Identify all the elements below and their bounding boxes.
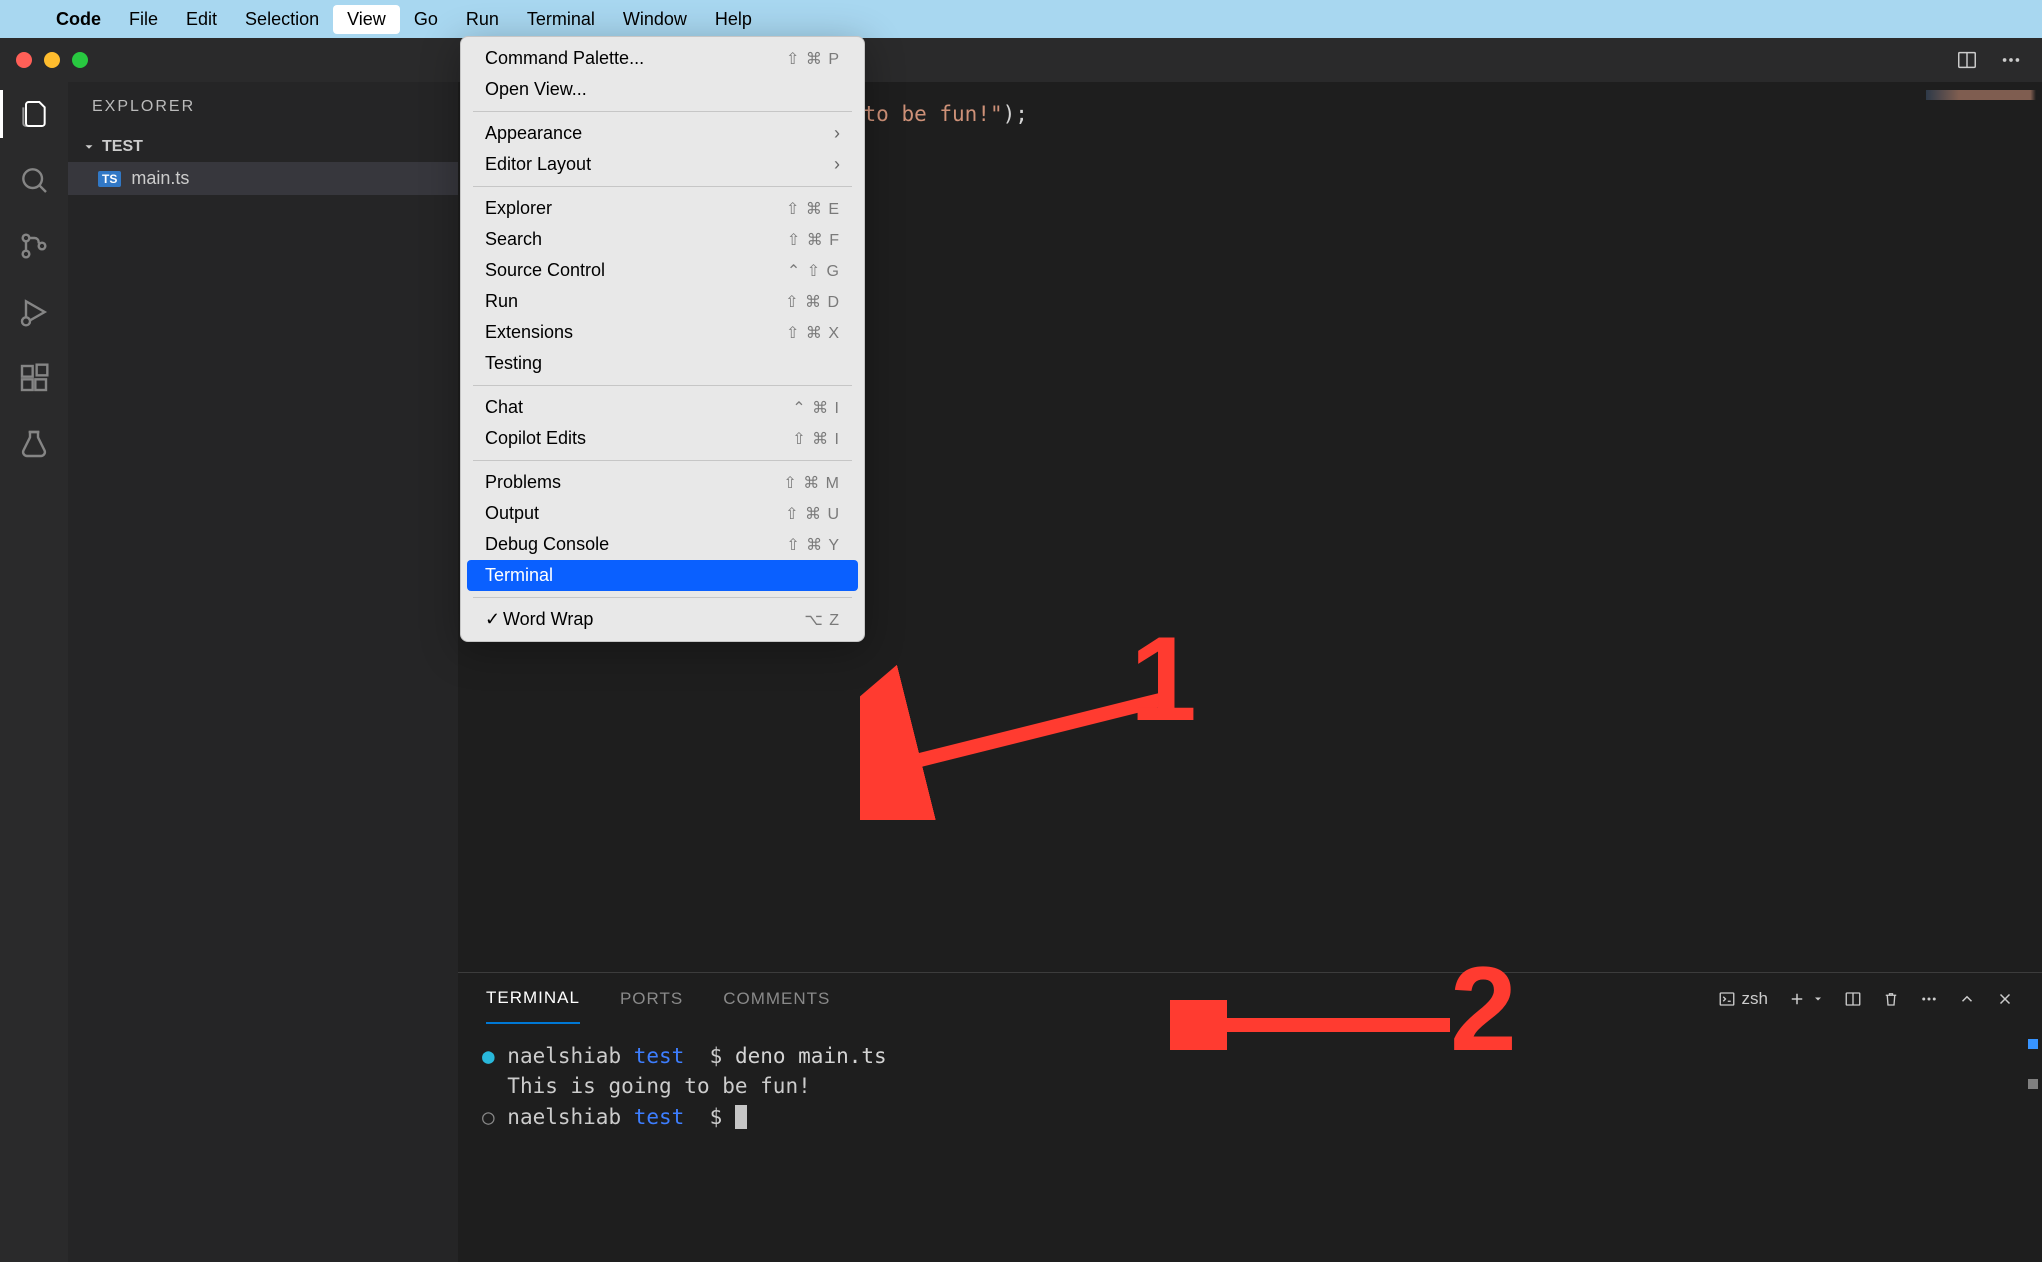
menubar-selection[interactable]: Selection: [231, 5, 333, 34]
kill-terminal-button[interactable]: [1882, 990, 1900, 1008]
sidebar-title: EXPLORER: [68, 82, 458, 132]
ellipsis-icon: [1920, 990, 1938, 1008]
menubar-file[interactable]: File: [115, 5, 172, 34]
menu-editor-layout[interactable]: Editor Layout›: [461, 149, 864, 180]
terminal-shell-name: zsh: [1742, 989, 1768, 1009]
explorer-activity-icon[interactable]: [16, 96, 52, 132]
plus-icon: [1788, 990, 1806, 1008]
close-window-icon[interactable]: [16, 52, 32, 68]
terminal-shell-selector[interactable]: zsh: [1718, 989, 1768, 1009]
minimap[interactable]: [1926, 90, 2036, 100]
new-terminal-button[interactable]: [1788, 990, 1824, 1008]
terminal-line-3: ○ naelshiab test $: [482, 1102, 2018, 1132]
terminal-line-1: ● naelshiab test $ deno main.ts: [482, 1041, 2018, 1071]
menubar-app-name[interactable]: Code: [42, 5, 115, 34]
fullscreen-window-icon[interactable]: [72, 52, 88, 68]
menu-terminal[interactable]: Terminal: [467, 560, 858, 591]
menu-separator: [473, 597, 852, 598]
menubar-help[interactable]: Help: [701, 5, 766, 34]
chevron-down-icon: [1812, 993, 1824, 1005]
menu-command-palette[interactable]: Command Palette...⇧ ⌘ P: [461, 43, 864, 74]
terminal-icon: [1718, 990, 1736, 1008]
run-debug-activity-icon[interactable]: [16, 294, 52, 330]
minimize-window-icon[interactable]: [44, 52, 60, 68]
close-icon: [1996, 990, 2014, 1008]
menu-run[interactable]: Run⇧ ⌘ D: [461, 286, 864, 317]
ts-badge-icon: TS: [98, 171, 121, 187]
menubar-run[interactable]: Run: [452, 5, 513, 34]
terminal-scroll-marks: [2028, 1039, 2038, 1119]
menu-copilot-edits[interactable]: Copilot Edits⇧ ⌘ I: [461, 423, 864, 454]
menu-extensions[interactable]: Extensions⇧ ⌘ X: [461, 317, 864, 348]
panel-tabs: TERMINAL PORTS COMMENTS zsh: [458, 973, 2042, 1025]
menu-word-wrap[interactable]: ✓Word Wrap⌥ Z: [461, 604, 864, 635]
menu-output[interactable]: Output⇧ ⌘ U: [461, 498, 864, 529]
window-titlebar: [0, 38, 2042, 82]
chevron-right-icon: ›: [834, 123, 840, 144]
menubar-window[interactable]: Window: [609, 5, 701, 34]
source-control-activity-icon[interactable]: [16, 228, 52, 264]
menu-separator: [473, 460, 852, 461]
extensions-activity-icon[interactable]: [16, 360, 52, 396]
menu-appearance[interactable]: Appearance›: [461, 118, 864, 149]
menu-separator: [473, 385, 852, 386]
bottom-panel: TERMINAL PORTS COMMENTS zsh: [458, 972, 2042, 1262]
terminal-line-2: This is going to be fun!: [482, 1071, 2018, 1101]
maximize-panel-button[interactable]: [1958, 990, 1976, 1008]
menu-separator: [473, 186, 852, 187]
chevron-up-icon: [1958, 990, 1976, 1008]
chevron-right-icon: ›: [834, 154, 840, 175]
traffic-lights: [16, 52, 88, 68]
folder-name: TEST: [102, 138, 143, 156]
scroll-mark-icon: [2028, 1079, 2038, 1089]
search-activity-icon[interactable]: [16, 162, 52, 198]
menu-debug-console[interactable]: Debug Console⇧ ⌘ Y: [461, 529, 864, 560]
menu-separator: [473, 111, 852, 112]
file-name: main.ts: [131, 168, 189, 189]
panel-more-button[interactable]: [1920, 990, 1938, 1008]
tab-comments[interactable]: COMMENTS: [723, 975, 830, 1023]
menu-problems[interactable]: Problems⇧ ⌘ M: [461, 467, 864, 498]
split-icon: [1844, 990, 1862, 1008]
panel-right-controls: zsh: [1718, 989, 2014, 1009]
menubar-go[interactable]: Go: [400, 5, 452, 34]
explorer-sidebar: EXPLORER TEST TS main.ts: [68, 82, 458, 1262]
close-panel-button[interactable]: [1996, 990, 2014, 1008]
file-item-main-ts[interactable]: TS main.ts: [68, 162, 458, 195]
menu-open-view[interactable]: Open View...: [461, 74, 864, 105]
menu-testing[interactable]: Testing: [461, 348, 864, 379]
menubar-edit[interactable]: Edit: [172, 5, 231, 34]
menu-explorer[interactable]: Explorer⇧ ⌘ E: [461, 193, 864, 224]
main-area: EXPLORER TEST TS main.ts e.log("This is …: [0, 82, 2042, 1262]
more-actions-icon[interactable]: [2000, 49, 2022, 71]
menu-chat[interactable]: Chat⌃ ⌘ I: [461, 392, 864, 423]
split-editor-icon[interactable]: [1956, 49, 1978, 71]
view-menu-dropdown: Command Palette...⇧ ⌘ P Open View... App…: [460, 36, 865, 642]
menu-search[interactable]: Search⇧ ⌘ F: [461, 224, 864, 255]
check-icon: ✓: [485, 609, 503, 630]
tab-ports[interactable]: PORTS: [620, 975, 683, 1023]
folder-header[interactable]: TEST: [68, 132, 458, 162]
menu-source-control[interactable]: Source Control⌃ ⇧ G: [461, 255, 864, 286]
menubar-terminal[interactable]: Terminal: [513, 5, 609, 34]
titlebar-right-controls: [1956, 49, 2022, 71]
terminal-body[interactable]: ● naelshiab test $ deno main.ts This is …: [458, 1025, 2042, 1262]
scroll-mark-icon: [2028, 1039, 2038, 1049]
trash-icon: [1882, 990, 1900, 1008]
activity-bar: [0, 82, 68, 1262]
tab-terminal[interactable]: TERMINAL: [486, 974, 580, 1024]
macos-menubar: Code File Edit Selection View Go Run Ter…: [0, 0, 2042, 38]
menubar-view[interactable]: View: [333, 5, 400, 34]
chevron-down-icon: [82, 140, 96, 154]
testing-activity-icon[interactable]: [16, 426, 52, 462]
split-terminal-button[interactable]: [1844, 990, 1862, 1008]
